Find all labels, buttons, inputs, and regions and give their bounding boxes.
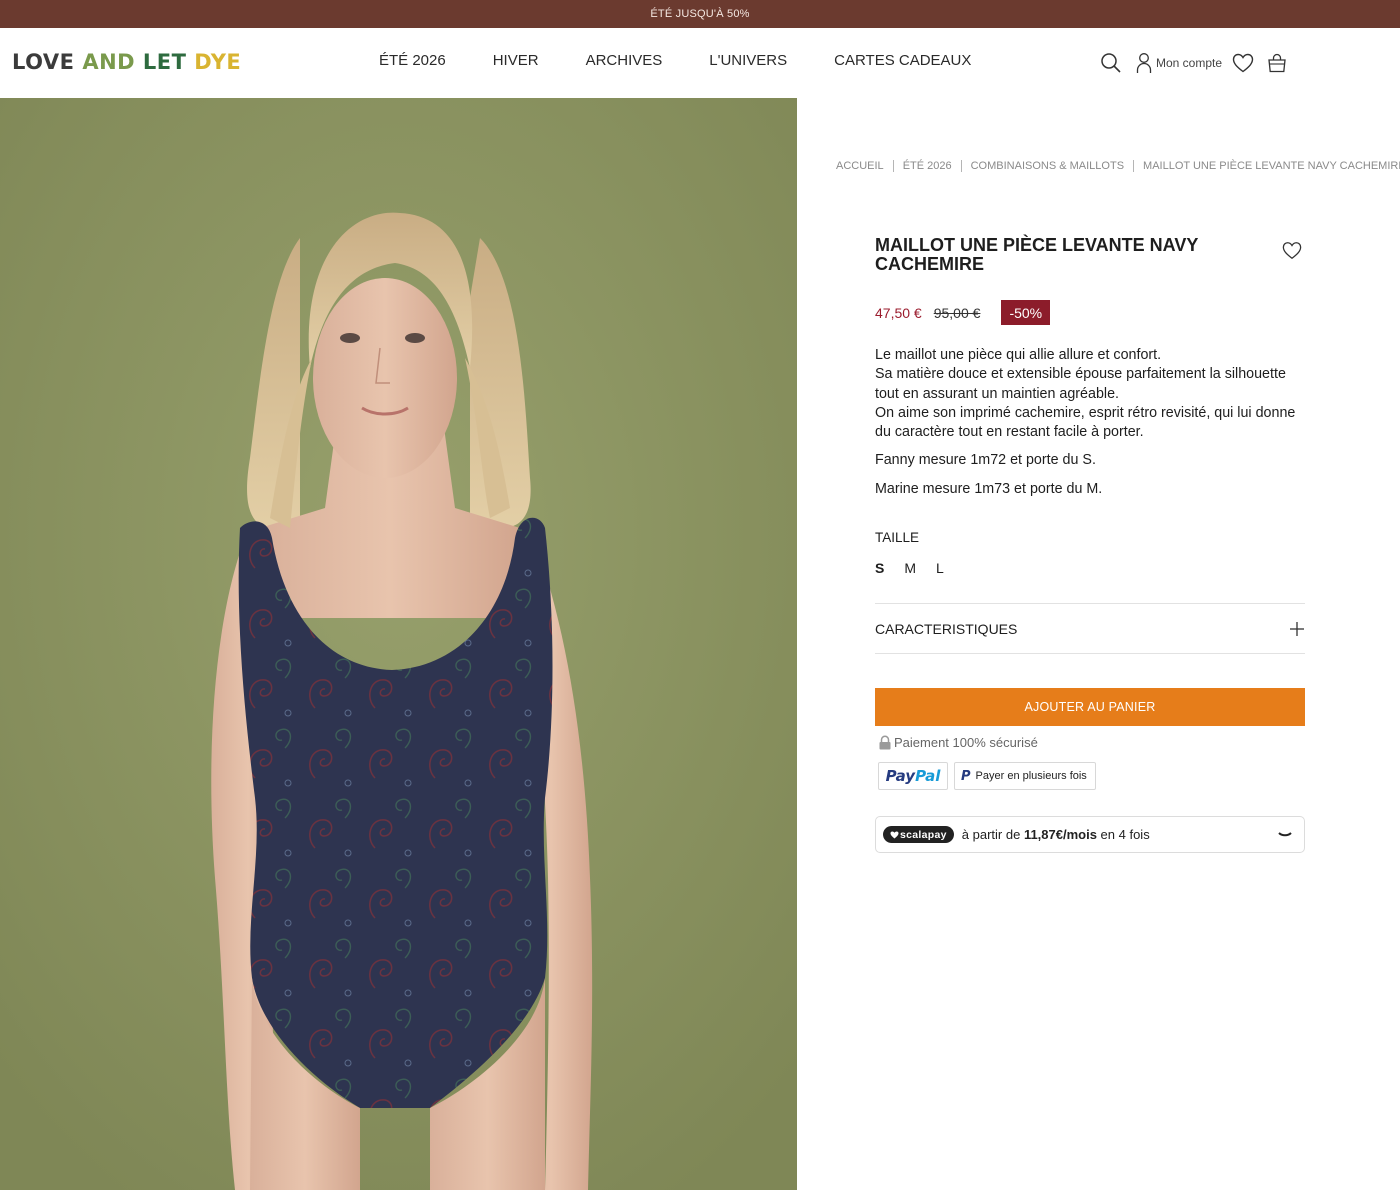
header-actions: Mon compte [1100, 48, 1287, 78]
bag-icon[interactable] [1267, 53, 1287, 73]
paypal-p-icon: P [961, 768, 971, 784]
paypal-button[interactable]: Pay Pal [878, 762, 948, 790]
paypal-logo-pay: Pay [885, 767, 916, 785]
lock-icon [878, 735, 892, 750]
wishlist-heart-icon[interactable] [1282, 241, 1302, 260]
account-label: Mon compte [1156, 56, 1223, 70]
add-to-cart-button[interactable]: AJOUTER AU PANIER [875, 688, 1305, 726]
promo-text: ÉTÉ JUSQU'À 50% [650, 8, 750, 20]
scalapay-badge: scalapay [883, 826, 954, 843]
nav-item-hiver[interactable]: HIVER [493, 52, 539, 69]
heart-icon[interactable] [1232, 53, 1254, 73]
scalapay-info: à partir de 11,87€/mois en 4 fois [962, 827, 1150, 842]
heart-small-icon [890, 831, 899, 838]
logo-word-let: LET [142, 50, 187, 74]
site-header: LOVE AND LET DYE ÉTÉ 2026 HIVER ARCHIVES… [0, 28, 1400, 98]
secure-payment-text: Paiement 100% sécurisé [894, 734, 1038, 750]
size-option-l[interactable]: L [936, 560, 944, 576]
paypal-pay-later-button[interactable]: P Payer en plusieurs fois [954, 762, 1096, 790]
pay-later-text: Payer en plusieurs fois [975, 770, 1087, 782]
description-paragraph: Le maillot une pièce qui allie allure et… [875, 347, 1296, 441]
plus-icon [1290, 621, 1304, 636]
breadcrumb-accueil[interactable]: ACCUEIL [836, 160, 884, 172]
logo-word-dye: DYE [194, 50, 242, 74]
breadcrumb-ete-2026[interactable]: ÉTÉ 2026 [903, 160, 952, 172]
size-label: TAILLE [875, 530, 920, 545]
scalapay-widget[interactable]: scalapay à partir de 11,87€/mois en 4 fo… [875, 816, 1305, 853]
secure-payment: Paiement 100% sécurisé [878, 732, 1038, 752]
scalapay-prefix: à partir de [961, 827, 1024, 842]
breadcrumb-separator [960, 160, 962, 172]
sale-price: 47,50 € [875, 304, 922, 321]
original-price: 95,00 € [933, 304, 981, 321]
nav-item-cartes-cadeaux[interactable]: CARTES CADEAUX [834, 52, 971, 69]
product-image[interactable] [0, 98, 797, 1190]
scalapay-badge-label: scalapay [900, 828, 947, 841]
size-selector: S M L [875, 560, 944, 576]
breadcrumb-separator [1133, 160, 1135, 172]
characteristics-accordion[interactable]: CARACTERISTIQUES [875, 603, 1305, 654]
user-icon [1136, 52, 1152, 74]
size-option-s[interactable]: S [875, 560, 884, 576]
promo-bar[interactable]: ÉTÉ JUSQU'À 50% [0, 0, 1400, 28]
model-info-marine: Marine mesure 1m73 et porte du M. [875, 480, 1103, 497]
logo-word-love: LOVE [12, 50, 75, 74]
size-option-m[interactable]: M [904, 560, 916, 576]
breadcrumb-combinaisons[interactable]: COMBINAISONS & MAILLOTS [971, 160, 1124, 172]
logo-word-and: AND [82, 50, 136, 74]
account-link[interactable]: Mon compte [1136, 52, 1222, 74]
main-nav: ÉTÉ 2026 HIVER ARCHIVES L'UNIVERS CARTES… [379, 52, 971, 69]
breadcrumb-separator [892, 160, 894, 172]
breadcrumb: ACCUEIL ÉTÉ 2026 COMBINAISONS & MAILLOTS… [836, 160, 1400, 172]
scalapay-suffix: en 4 fois [1096, 827, 1150, 842]
discount-badge: -50% [1001, 300, 1051, 325]
product-title: MAILLOT UNE PIÈCE LEVANTE NAVY CACHEMIRE [875, 235, 1199, 274]
brand-logo[interactable]: LOVE AND LET DYE [12, 50, 241, 74]
price-row: 47,50 € 95,00 € -50% [875, 300, 1051, 325]
scalapay-amount: 11,87€/mois [1023, 827, 1097, 842]
nav-item-univers[interactable]: L'UNIVERS [709, 52, 787, 69]
product-description: Le maillot une pièce qui allie allure et… [875, 346, 1307, 499]
chevron-down-icon[interactable] [1278, 827, 1292, 841]
model-photo [0, 98, 797, 1190]
breadcrumb-current: MAILLOT UNE PIÈCE LEVANTE NAVY CACHEMIRE [1143, 160, 1400, 172]
search-icon[interactable] [1100, 52, 1122, 74]
characteristics-label: CARACTERISTIQUES [875, 620, 1018, 637]
nav-item-archives[interactable]: ARCHIVES [586, 52, 663, 69]
nav-item-ete-2026[interactable]: ÉTÉ 2026 [379, 52, 446, 69]
model-info-fanny: Fanny mesure 1m72 et porte du S. [875, 452, 1096, 469]
paypal-logo-pal: Pal [915, 767, 941, 785]
